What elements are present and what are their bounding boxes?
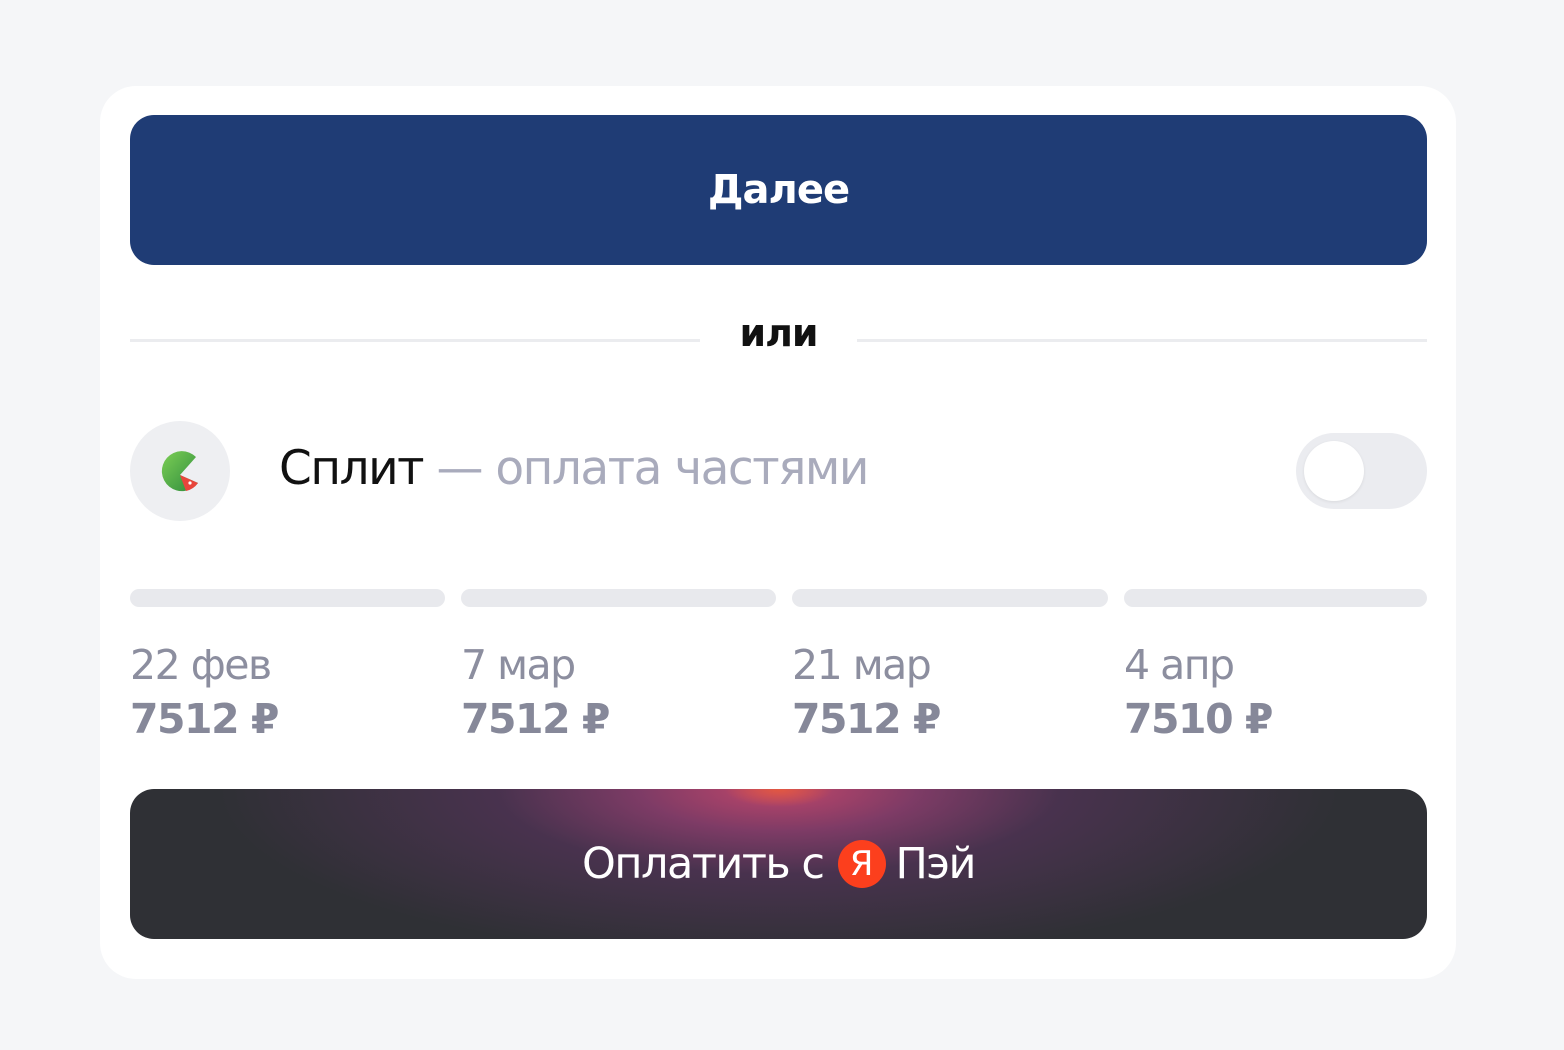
split-logo-icon [161,451,198,492]
yandex-logo-icon: Я [837,840,886,888]
installment-date: 4 апр [1124,641,1235,689]
installment-4: 4 апр 7510 ₽ [1124,589,1427,749]
installment-amount: 7510 ₽ [1124,695,1273,743]
divider-line-left [130,339,700,342]
pay-button-suffix: Пэй [895,839,977,889]
installment-bar [1124,589,1427,607]
toggle-knob [1304,441,1364,501]
payment-card: Далее или Сплит — оплата частями 22 фев … [100,86,1456,979]
split-option-row[interactable]: Сплит — оплата частями [130,421,1427,521]
button-glow [723,789,834,807]
split-subtitle: — оплата частями [436,441,869,496]
installment-bar [792,589,1108,607]
pay-button-label: Оплатить с Я Пэй [582,839,977,889]
installment-amount: 7512 ₽ [130,695,279,743]
installment-1: 22 фев 7512 ₽ [130,589,445,749]
installment-bar [461,589,776,607]
next-button[interactable]: Далее [130,115,1427,265]
installment-schedule: 22 фев 7512 ₽ 7 мар 7512 ₽ 21 мар 7512 ₽… [130,589,1427,749]
installment-date: 21 мар [792,641,932,689]
split-title: Сплит [279,441,425,496]
pay-with-yandex-pay-button[interactable]: Оплатить с Я Пэй [130,789,1427,939]
installment-date: 7 мар [461,641,576,689]
split-label: Сплит — оплата частями [279,441,869,496]
installment-2: 7 мар 7512 ₽ [461,589,776,749]
installment-date: 22 фев [130,641,272,689]
divider-line-right [857,339,1427,342]
installment-3: 21 мар 7512 ₽ [792,589,1108,749]
pay-button-prefix: Оплатить с [582,839,825,889]
divider-or-label: или [739,311,818,355]
split-logo [130,421,230,521]
split-toggle[interactable] [1296,433,1427,509]
installment-bar [130,589,445,607]
installment-amount: 7512 ₽ [461,695,610,743]
installment-amount: 7512 ₽ [792,695,941,743]
